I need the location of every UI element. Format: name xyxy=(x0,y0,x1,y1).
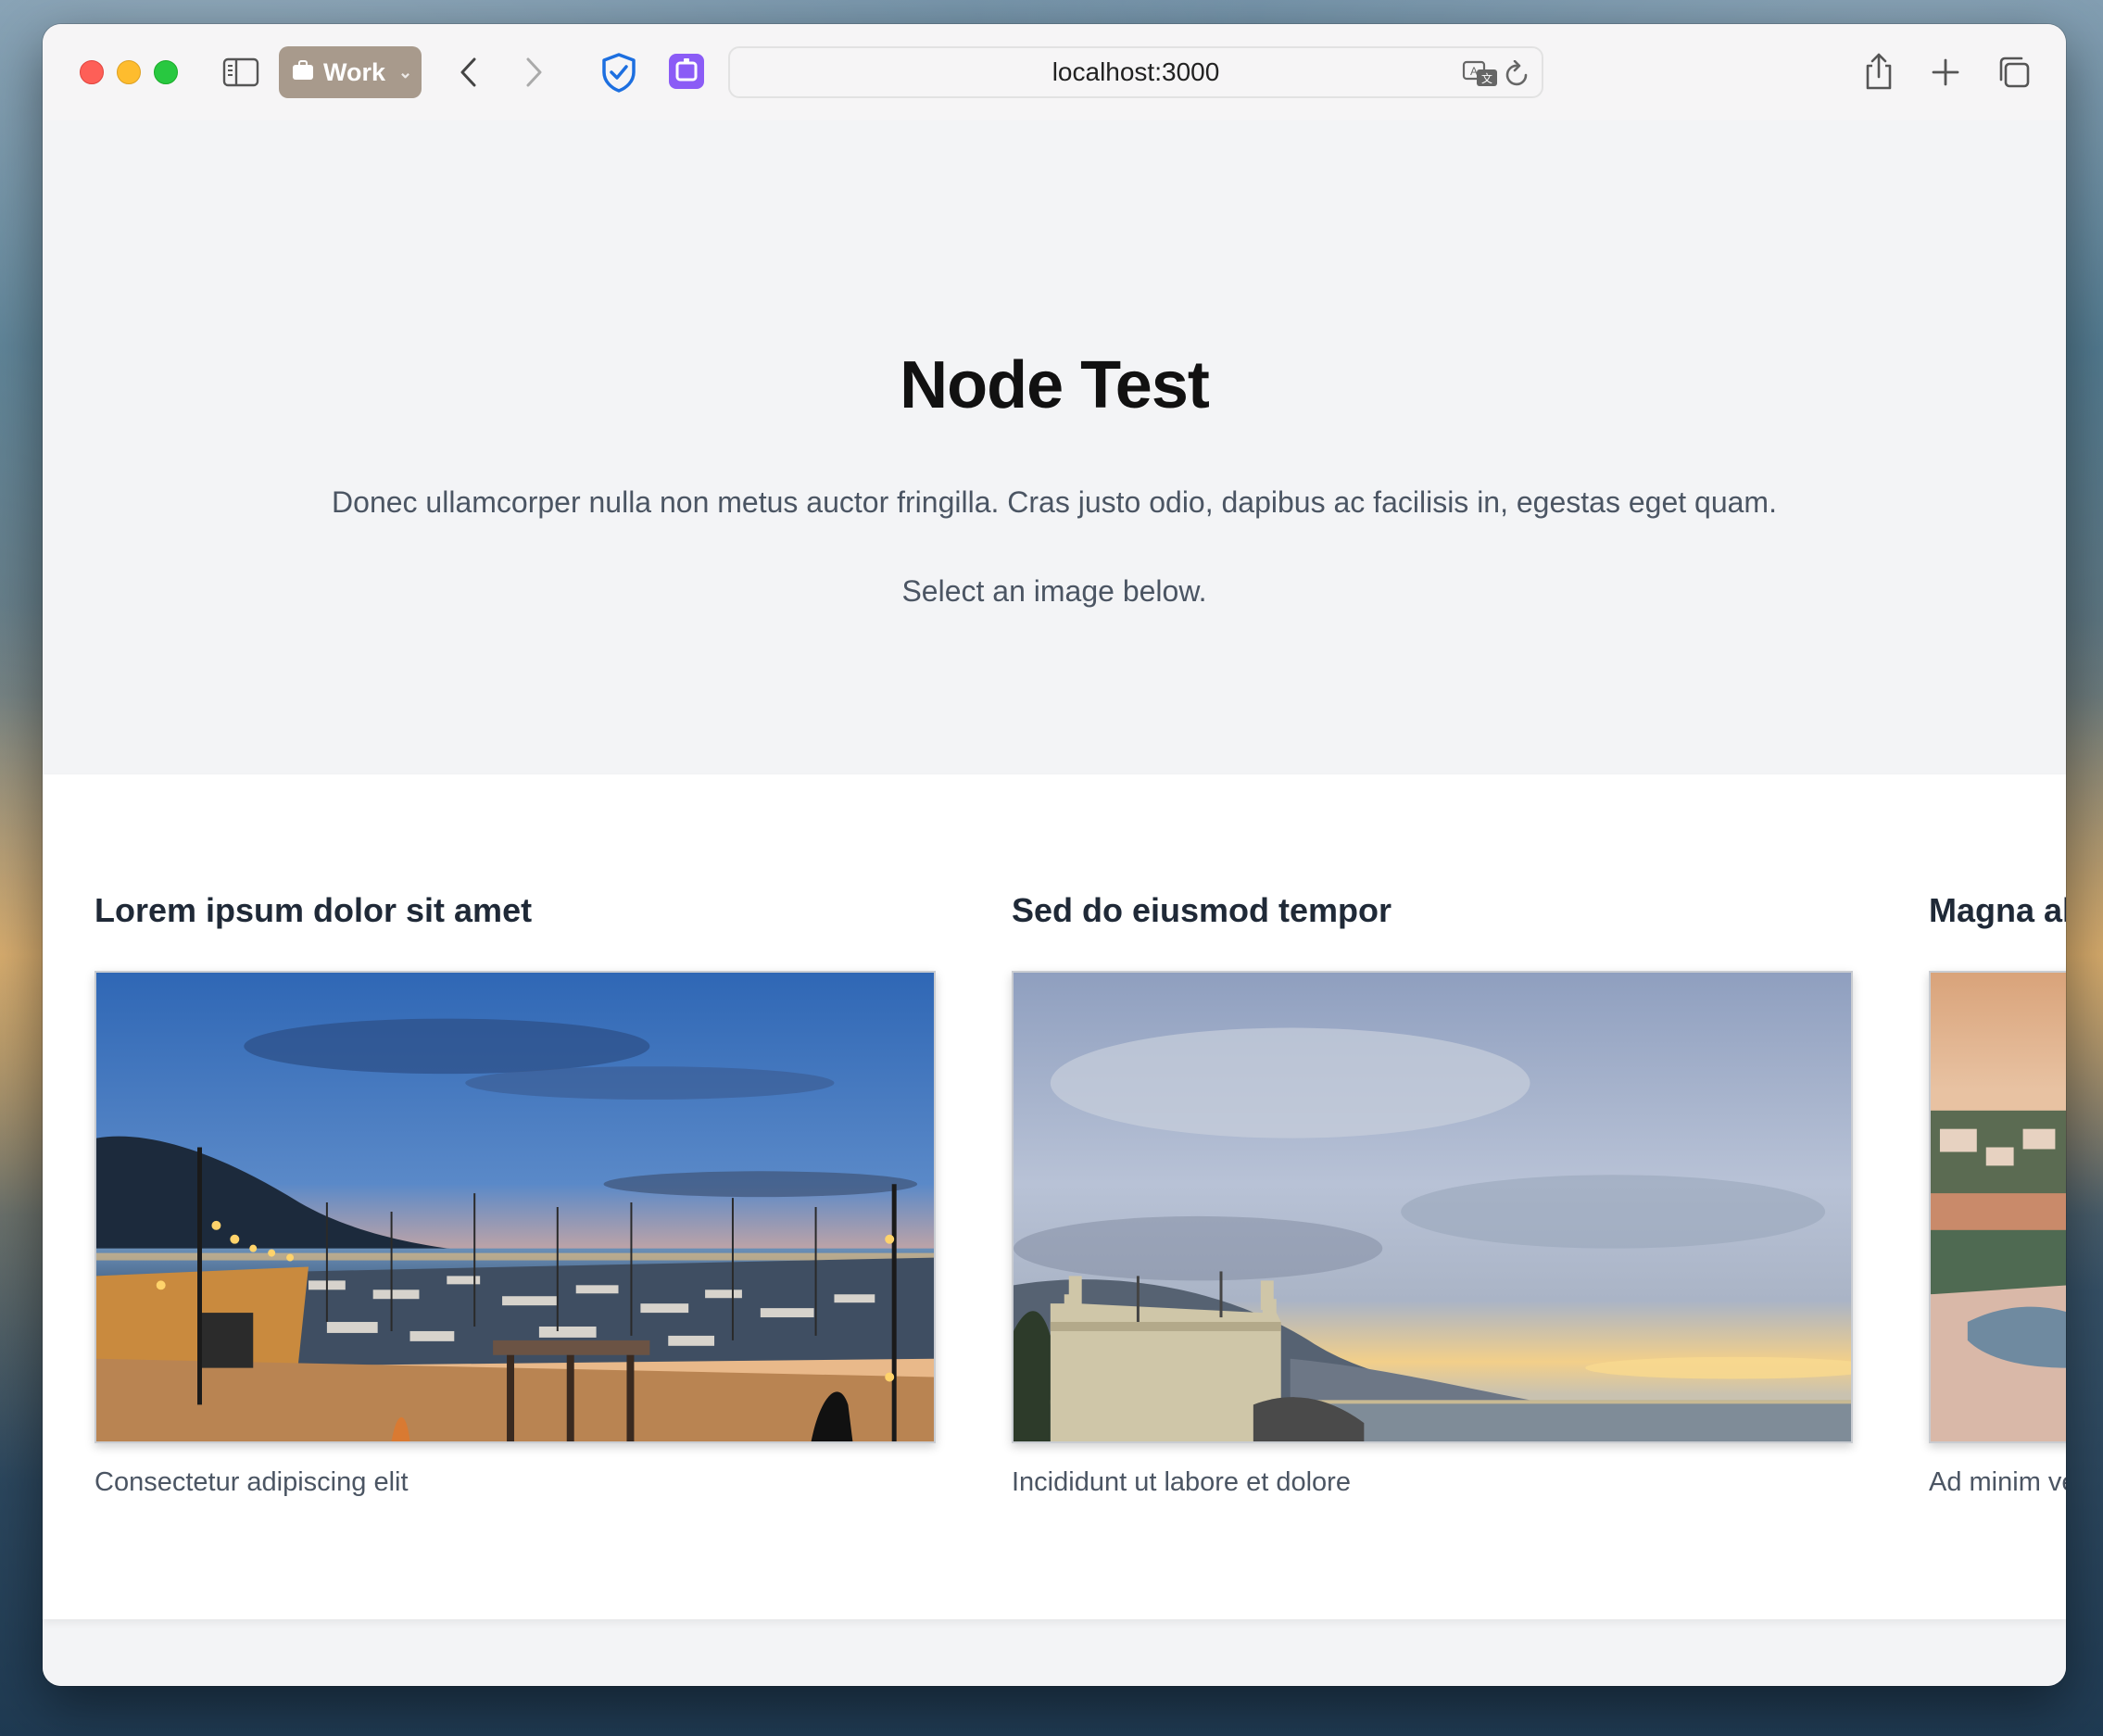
card-title: Magna aliqua xyxy=(1929,891,2066,929)
fort-image[interactable] xyxy=(1012,971,1853,1443)
card-caption: Ad minim veniam xyxy=(1929,1467,2066,1497)
chevron-down-icon: ⌄ xyxy=(398,62,413,82)
zoom-window-button[interactable] xyxy=(154,60,178,84)
svg-text:A: A xyxy=(1470,65,1478,78)
browser-window: Work ⌄ localhost:3000 A文 Node Test Donec… xyxy=(43,24,2066,1686)
reload-icon[interactable] xyxy=(1501,57,1534,91)
page-content: Node Test Donec ullamcorper nulla non me… xyxy=(43,120,2066,1686)
browser-toolbar: Work ⌄ localhost:3000 A文 xyxy=(43,24,2066,122)
card-caption: Consectetur adipiscing elit xyxy=(94,1467,409,1497)
briefcase-icon xyxy=(292,58,314,87)
url-text: localhost:3000 xyxy=(1052,57,1220,86)
beach-town-image[interactable] xyxy=(1929,971,2066,1443)
sidebar-icon[interactable] xyxy=(222,56,259,89)
instruction-text: Select an image below. xyxy=(901,574,1207,608)
card-caption: Incididunt ut labore et dolore xyxy=(1012,1467,1351,1497)
plus-icon[interactable] xyxy=(1925,52,1966,93)
tab-group-button[interactable]: Work ⌄ xyxy=(279,46,422,98)
image-gallery: Lorem ipsum dolor sit amet Consectetur a… xyxy=(43,774,2066,1619)
tab-group-label: Work xyxy=(323,57,386,86)
translate-icon[interactable]: A文 xyxy=(1462,57,1499,91)
shield-icon[interactable] xyxy=(598,52,639,93)
forward-icon[interactable] xyxy=(515,54,552,91)
card-title: Lorem ipsum dolor sit amet xyxy=(94,891,533,929)
hero-section: Node Test Donec ullamcorper nulla non me… xyxy=(43,120,2066,774)
back-icon[interactable] xyxy=(450,54,487,91)
harbor-image[interactable] xyxy=(94,971,936,1443)
page-title: Node Test xyxy=(900,348,1210,422)
minimize-window-button[interactable] xyxy=(117,60,141,84)
lead-text: Donec ullamcorper nulla non metus auctor… xyxy=(332,485,1777,519)
svg-text:文: 文 xyxy=(1481,71,1492,85)
tabs-icon[interactable] xyxy=(1994,52,2034,93)
card-title: Sed do eiusmod tempor xyxy=(1012,891,1392,929)
close-window-button[interactable] xyxy=(80,60,104,84)
share-icon[interactable] xyxy=(1858,50,1899,93)
extension-icon[interactable] xyxy=(667,52,706,91)
address-bar[interactable]: localhost:3000 A文 xyxy=(728,46,1543,98)
